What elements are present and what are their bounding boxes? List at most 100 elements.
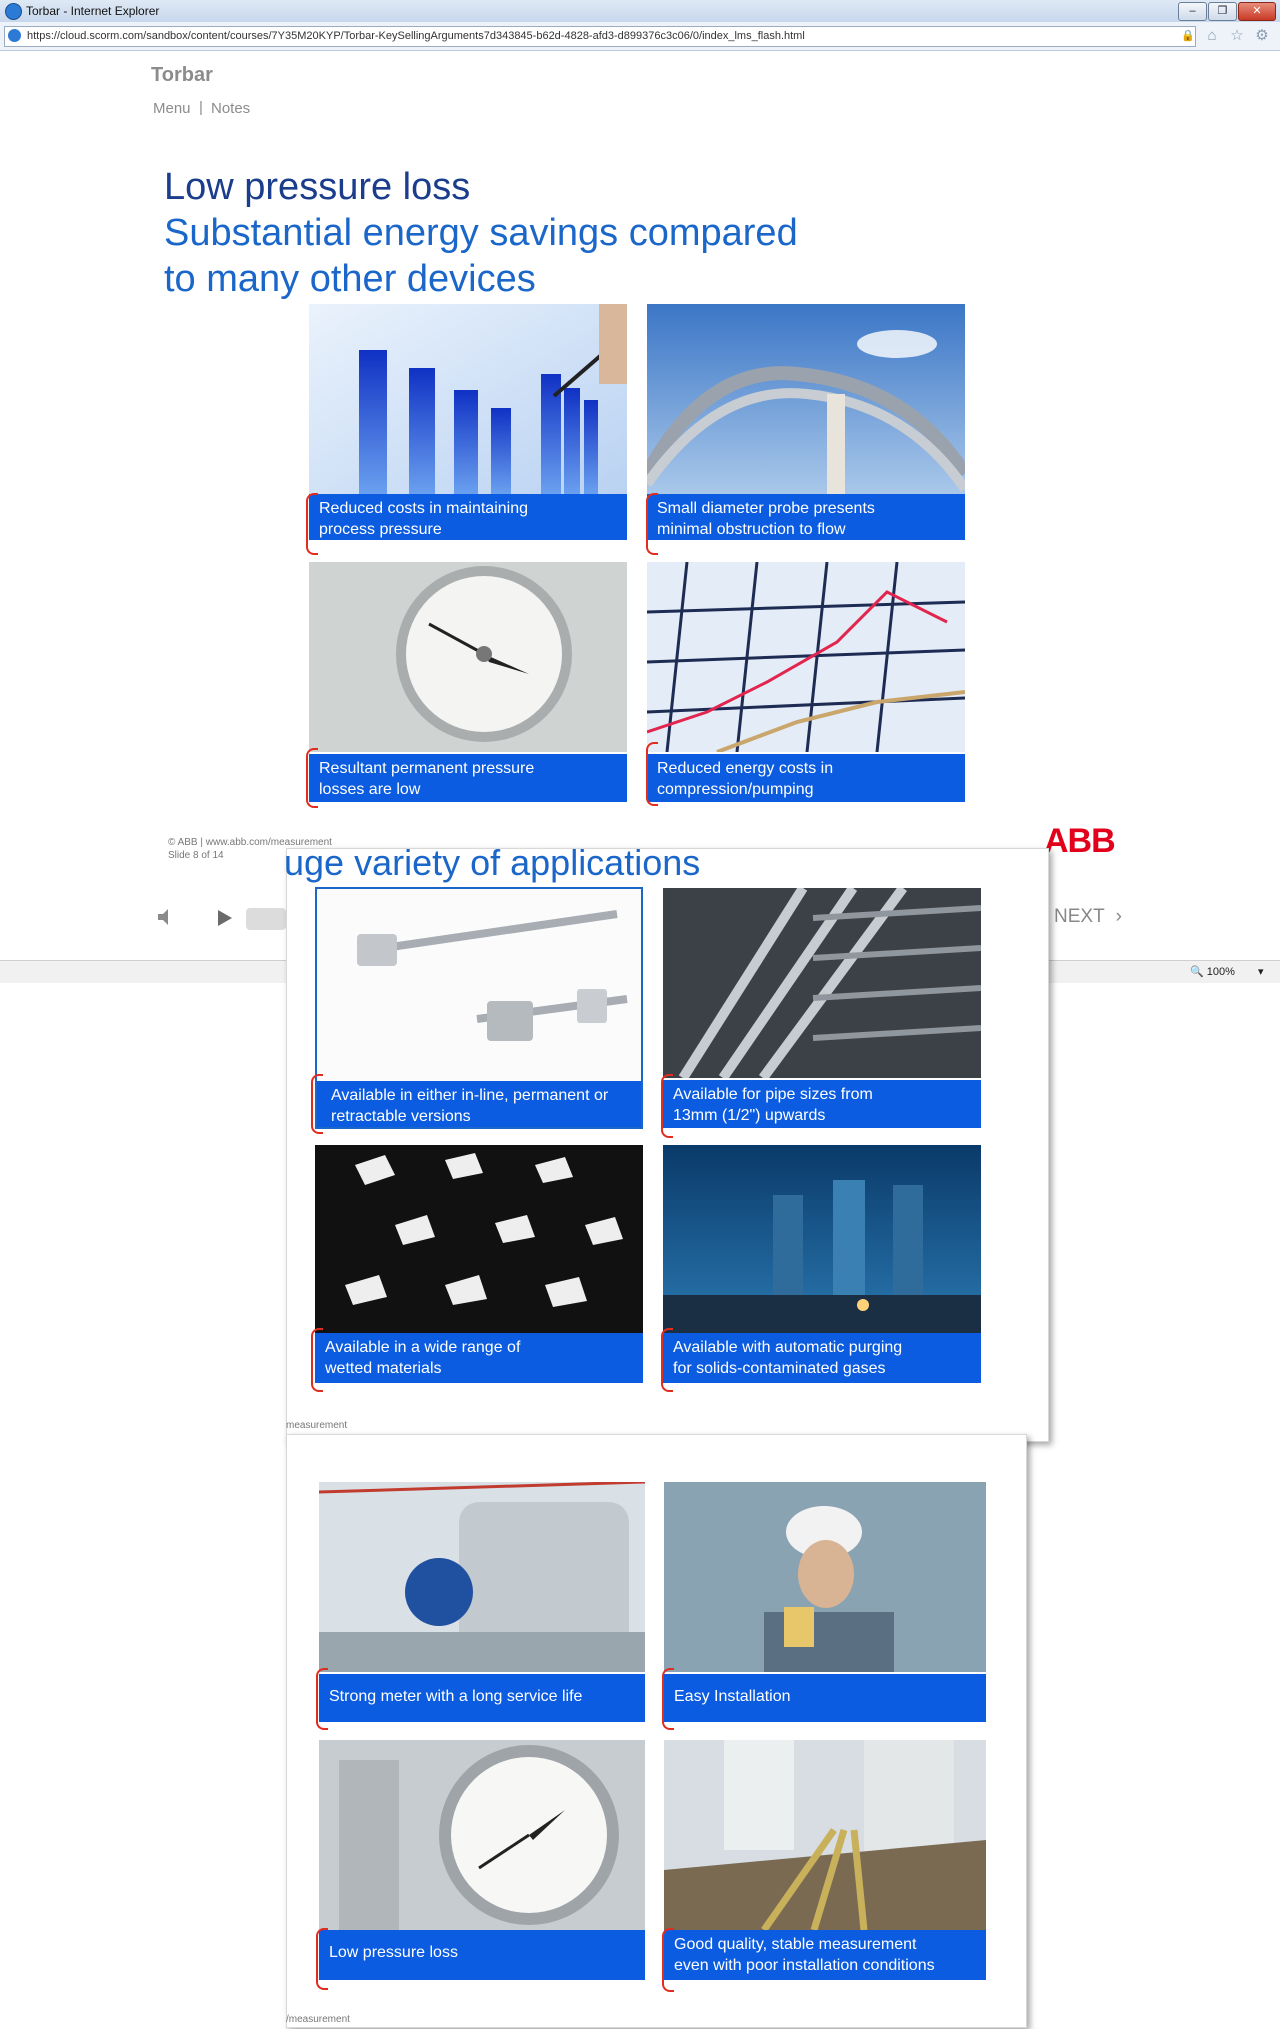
gauge-closeup-photo: [319, 1740, 645, 1930]
caption-line: Available for pipe sizes from: [673, 1086, 873, 1103]
tile-small-probe: Small diameter probe presents minimal ob…: [647, 304, 965, 540]
tile-caption: Reduced energy costs in compression/pump…: [647, 754, 965, 802]
browser-logo-icon: [5, 3, 22, 20]
abb-logo: ABB: [1044, 822, 1116, 860]
tile-caption: Available in either in-line, permanent o…: [317, 1081, 641, 1127]
tile-caption: Strong meter with a long service life: [319, 1674, 645, 1722]
tile-pipe-sizes: Available for pipe sizes from 13mm (1/2"…: [663, 888, 981, 1128]
industrial-pipes-photo: [663, 888, 981, 1078]
play-icon[interactable]: [216, 908, 234, 933]
engineer-photo: [664, 1482, 986, 1672]
tile-caption: Easy Installation: [664, 1674, 986, 1722]
tile-energy-costs: Reduced energy costs in compression/pump…: [647, 562, 965, 802]
caption-line: retractable versions: [331, 1108, 471, 1125]
tile-caption: Available with automatic purging for sol…: [663, 1333, 981, 1383]
chevron-right-icon: ›: [1115, 906, 1122, 927]
highlight-bracket: [661, 1328, 673, 1392]
tile-caption: Good quality, stable measurement even wi…: [664, 1930, 986, 1980]
tile-caption: Small diameter probe presents minimal ob…: [647, 494, 965, 540]
highlight-bracket: [311, 1328, 323, 1392]
site-icon: [8, 29, 21, 42]
highlight-bracket: [646, 742, 658, 806]
window-title: Torbar - Internet Explorer: [26, 4, 160, 18]
materials-blocks-photo: [315, 1145, 643, 1333]
caption-line: Resultant permanent pressure: [319, 760, 535, 777]
next-label: NEXT: [1054, 906, 1105, 927]
minimize-button[interactable]: –: [1178, 2, 1207, 21]
caption-line: wetted materials: [325, 1360, 442, 1377]
highlight-bracket: [306, 493, 318, 555]
caption-line: Low pressure loss: [329, 1944, 458, 1961]
favorites-star-icon[interactable]: ☆: [1229, 28, 1245, 44]
caption-line: Reduced costs in maintaining: [319, 500, 529, 517]
bar-chart-photo: [309, 304, 627, 494]
tile-purging: Available with automatic purging for sol…: [663, 1145, 981, 1383]
caption-line: process pressure: [319, 521, 442, 538]
pressure-gauge-photo: [309, 562, 627, 752]
caption-line: Small diameter probe presents: [657, 500, 875, 517]
tile-caption: Available in a wide range of wetted mate…: [315, 1333, 643, 1383]
highlight-bracket: [646, 493, 658, 555]
dropdown-arrow-icon: ▾: [1257, 966, 1264, 978]
caption-line: losses are low: [319, 781, 421, 798]
highlight-bracket: [316, 1928, 328, 1990]
slide-title-line-3: to many other devices: [164, 258, 536, 300]
address-bar: https://cloud.scorm.com/sandbox/content/…: [0, 22, 1280, 51]
speaker-icon[interactable]: [155, 906, 177, 928]
next-button[interactable]: NEXT ›: [1054, 906, 1122, 928]
zoom-control[interactable]: 🔍 100% ▾: [1190, 965, 1264, 978]
tile-low-pressure-loss: Low pressure loss: [319, 1740, 645, 1980]
tile-caption: Low pressure loss: [319, 1930, 645, 1980]
tile-reduced-costs: Reduced costs in maintaining process pre…: [309, 304, 627, 540]
caption-line: for solids-contaminated gases: [673, 1360, 886, 1377]
progress-track[interactable]: [246, 908, 286, 930]
url-text: https://cloud.scorm.com/sandbox/content/…: [27, 30, 805, 42]
highlight-bracket: [311, 1074, 323, 1134]
line-chart-photo: [647, 562, 965, 752]
zoom-level: 100%: [1206, 966, 1235, 978]
url-input[interactable]: https://cloud.scorm.com/sandbox/content/…: [4, 26, 1196, 47]
highlight-bracket: [661, 1074, 673, 1138]
menu-link[interactable]: Menu: [153, 100, 191, 117]
slide-2-title: uge variety of applications: [284, 842, 701, 883]
tile-easy-installation: Easy Installation: [664, 1482, 986, 1722]
slide-2-footer: measurement: [286, 1420, 348, 1431]
slide-title: Low pressure loss Substantial energy sav…: [164, 164, 798, 302]
meter-installation-photo: [319, 1482, 645, 1672]
caption-line: Strong meter with a long service life: [329, 1688, 583, 1705]
highlight-bracket: [662, 1668, 674, 1730]
caption-line: Available in either in-line, permanent o…: [331, 1087, 609, 1104]
caption-line: 13mm (1/2") upwards: [673, 1107, 826, 1124]
tile-caption: Available for pipe sizes from 13mm (1/2"…: [663, 1080, 981, 1128]
slide-title-line-2: Substantial energy savings compared: [164, 212, 798, 254]
settings-gear-icon[interactable]: ⚙: [1254, 28, 1270, 44]
highlight-bracket: [662, 1928, 674, 1992]
tile-materials: Available in a wide range of wetted mate…: [315, 1145, 643, 1383]
caption-line: Available in a wide range of: [325, 1339, 521, 1356]
caption-line: Easy Installation: [674, 1688, 791, 1705]
app-title: Torbar: [151, 64, 213, 86]
caption-line: even with poor installation conditions: [674, 1957, 935, 1974]
pipeline-tanks-photo: [664, 1740, 986, 1930]
highlight-bracket: [316, 1668, 328, 1730]
probe-parts-photo: [317, 889, 641, 1081]
tile-strong-meter: Strong meter with a long service life: [319, 1482, 645, 1722]
slide-title-line-1: Low pressure loss: [164, 166, 471, 208]
caption-line: Available with automatic purging: [673, 1339, 903, 1356]
tile-pressure-losses: Resultant permanent pressure losses are …: [309, 562, 627, 802]
zoom-icon: 🔍: [1190, 966, 1204, 978]
window-titlebar: Torbar - Internet Explorer – ❐ ✕: [0, 0, 1280, 23]
power-plant-photo: [663, 1145, 981, 1333]
menu-separator: |: [199, 99, 203, 116]
notes-link[interactable]: Notes: [211, 100, 250, 117]
close-button[interactable]: ✕: [1238, 2, 1276, 21]
tile-caption: Resultant permanent pressure losses are …: [309, 754, 627, 802]
tile-good-quality: Good quality, stable measurement even wi…: [664, 1740, 986, 1980]
tile-caption: Reduced costs in maintaining process pre…: [309, 494, 627, 540]
slide-3-footer: /measurement: [286, 2014, 350, 2025]
maximize-button[interactable]: ❐: [1208, 2, 1237, 21]
caption-line: compression/pumping: [657, 781, 814, 798]
lock-icon[interactable]: 🔒: [1181, 29, 1195, 43]
home-icon[interactable]: ⌂: [1204, 28, 1220, 44]
caption-line: Good quality, stable measurement: [674, 1936, 917, 1953]
